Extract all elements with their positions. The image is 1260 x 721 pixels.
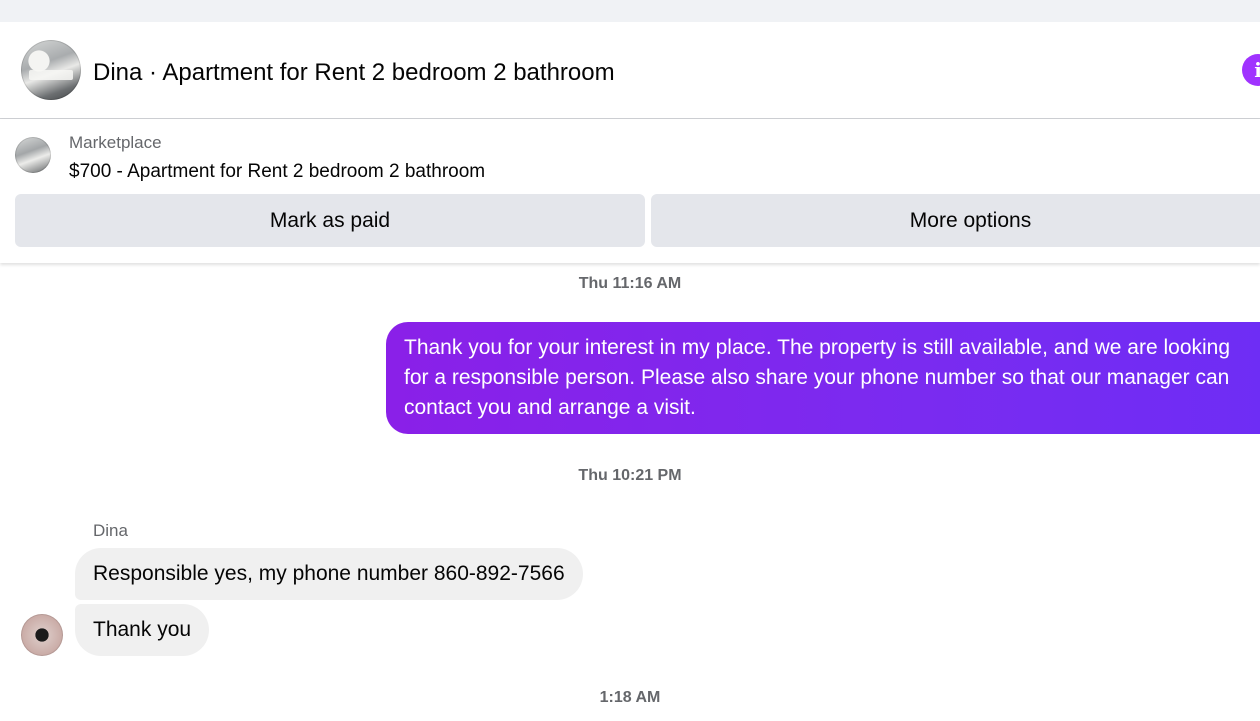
listing-thumbnail[interactable] bbox=[15, 137, 51, 173]
info-icon[interactable]: i bbox=[1242, 54, 1260, 86]
listing-title[interactable]: $700 - Apartment for Rent 2 bedroom 2 ba… bbox=[69, 161, 485, 183]
conversation-header: Dina · Apartment for Rent 2 bedroom 2 ba… bbox=[0, 22, 1260, 119]
mark-as-paid-button[interactable]: Mark as paid bbox=[15, 194, 645, 247]
listing-avatar[interactable] bbox=[21, 40, 81, 100]
timestamp: 1:18 AM bbox=[599, 689, 661, 706]
top-strip bbox=[0, 0, 1260, 22]
sender-avatar[interactable] bbox=[21, 614, 63, 656]
timestamp: Thu 11:16 AM bbox=[578, 275, 682, 292]
marketplace-label: Marketplace bbox=[69, 133, 162, 152]
timestamp: Thu 10:21 PM bbox=[578, 467, 682, 484]
sender-name: Dina bbox=[93, 521, 128, 540]
incoming-message[interactable]: Thank you bbox=[75, 604, 210, 656]
outgoing-message[interactable]: Thank you for your interest in my place.… bbox=[386, 322, 1260, 434]
conversation-title[interactable]: Dina · Apartment for Rent 2 bedroom 2 ba… bbox=[93, 58, 615, 88]
more-options-button[interactable]: More options bbox=[651, 194, 1260, 247]
incoming-message[interactable]: Responsible yes, my phone number 860-892… bbox=[75, 548, 583, 600]
marketplace-panel: Marketplace $700 - Apartment for Rent 2 … bbox=[0, 119, 1260, 263]
